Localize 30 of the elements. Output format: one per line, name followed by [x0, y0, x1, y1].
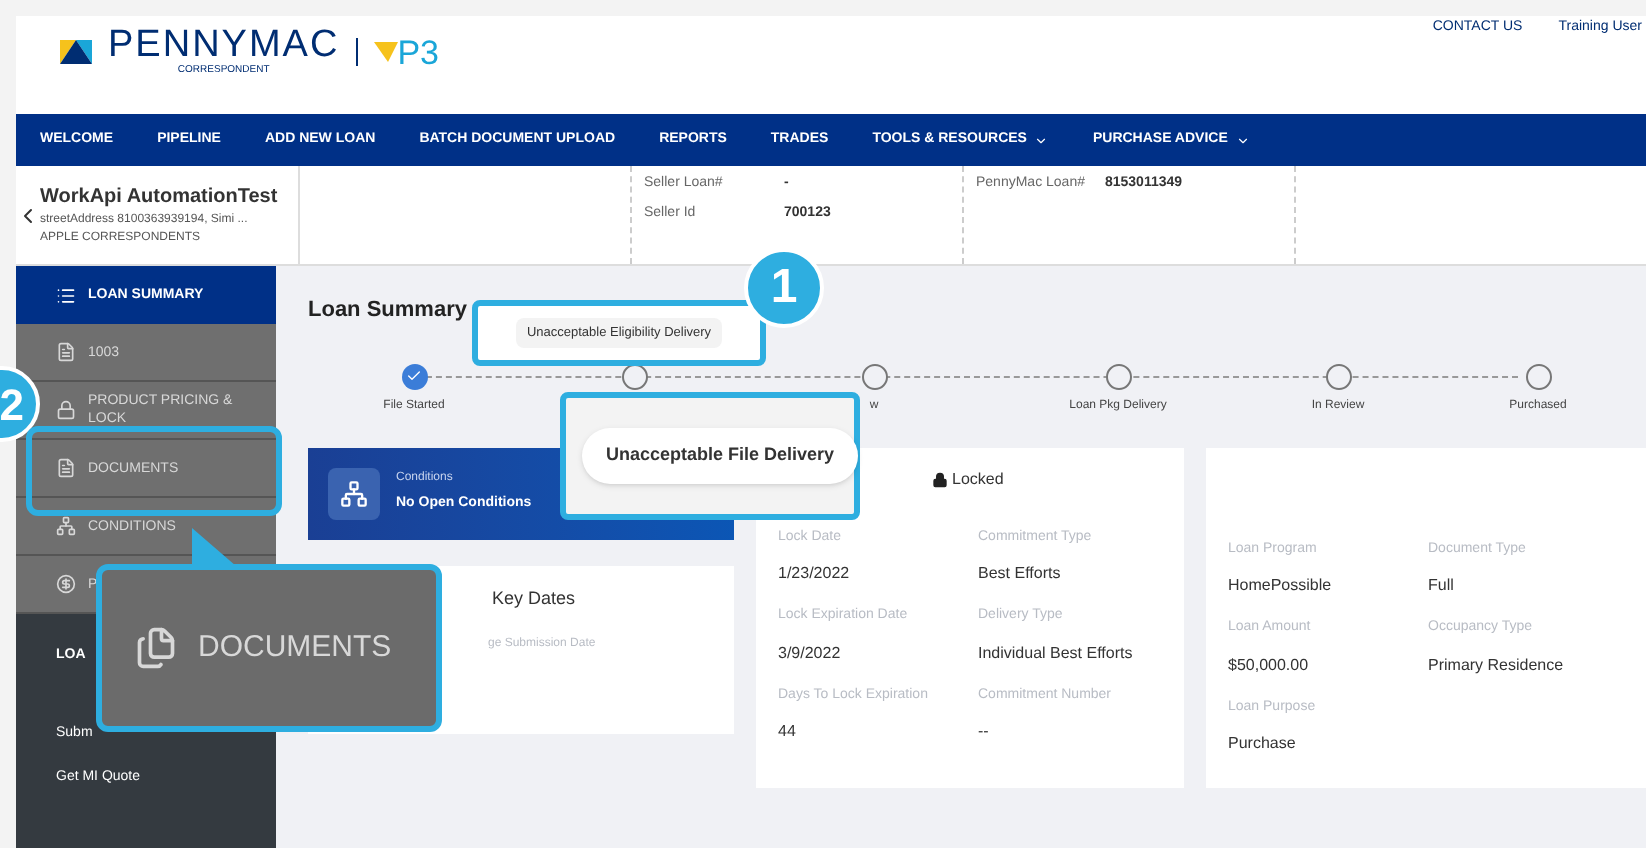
product-mark-icon — [373, 42, 398, 63]
conditions-icon — [328, 467, 380, 519]
sidebar-icon — [56, 342, 76, 362]
brand-name: PENNYMAC — [108, 26, 340, 64]
zoom-label: DOCUMENTS — [198, 627, 392, 668]
sidebar-icon — [56, 458, 76, 478]
field-value: 3/9/2022 — [778, 641, 843, 665]
logo-mark-icon — [60, 40, 92, 65]
lock-icon — [932, 471, 948, 487]
lock-status: Locked — [952, 467, 1004, 491]
sidebar-icon — [56, 285, 76, 305]
field-value: HomePossible — [1228, 574, 1334, 598]
card-title: Key Dates — [490, 585, 578, 612]
field-value: Primary Residence — [1428, 653, 1566, 677]
field-value: 1/23/2022 — [778, 562, 852, 586]
field-value: Individual Best Efforts — [978, 641, 1135, 665]
field-value: Purchase — [1228, 732, 1298, 756]
page-title: Loan Summary — [308, 296, 469, 326]
field-value: Best Efforts — [978, 562, 1063, 586]
field-value: Full — [1428, 574, 1456, 598]
sidebar-icon — [56, 574, 76, 594]
field-value: 44 — [778, 720, 798, 744]
field-value: $50,000.00 — [1228, 653, 1311, 677]
sidebar-icon — [56, 516, 76, 536]
field-value: -- — [978, 720, 991, 744]
product-name: P3 — [397, 35, 439, 70]
sidebar-icon — [56, 400, 76, 420]
popup-label: Unacceptable File Delivery — [582, 428, 859, 484]
document-icon — [134, 626, 178, 670]
loan-name: WorkApi AutomationTest — [40, 184, 278, 212]
